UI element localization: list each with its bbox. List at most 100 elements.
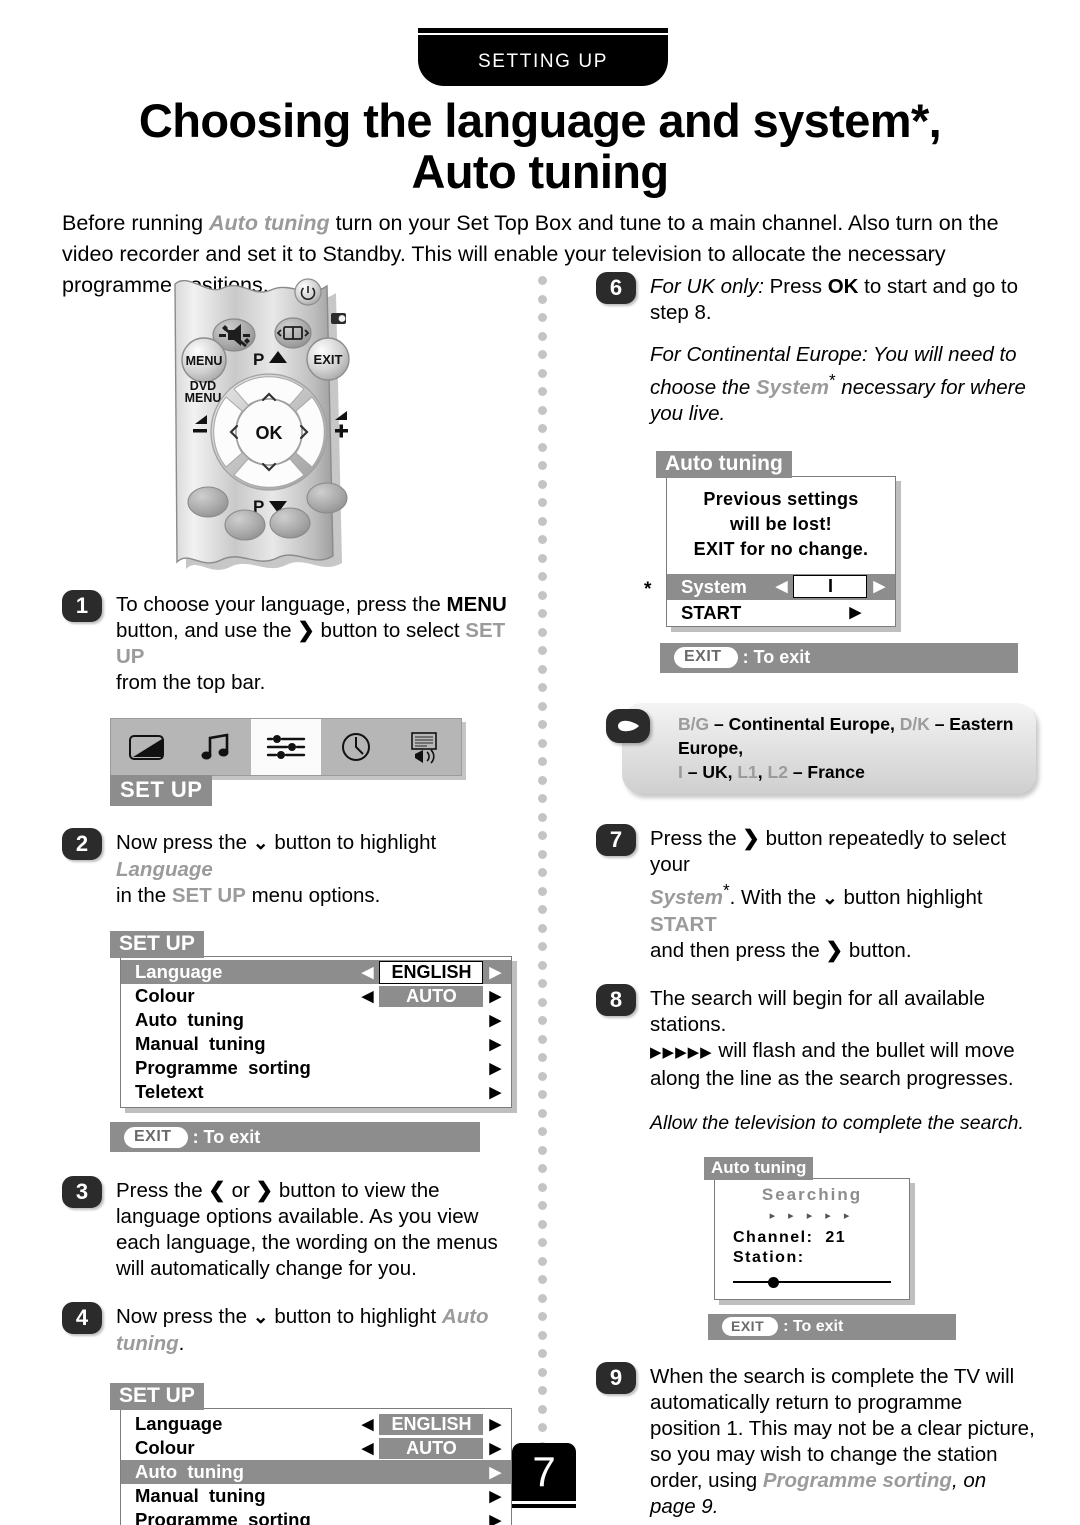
step-8-badge: 8 — [596, 983, 636, 1016]
step7-system-keyword: System — [650, 885, 723, 909]
step1-t4: from the top bar. — [116, 671, 266, 694]
menu-row-label: Programme sorting — [135, 1057, 311, 1078]
step-9-badge: 9 — [596, 1361, 636, 1394]
menu-row-manual-tuning[interactable]: Manual tuning ▶ — [121, 1032, 511, 1056]
left-column: 1 To choose your language, press the MEN… — [62, 272, 512, 1525]
menu-row-label: Manual tuning — [135, 1485, 266, 1506]
step-1-text: To choose your language, press the MENU … — [116, 590, 512, 696]
left-arrow-icon: ❮ — [208, 1179, 226, 1202]
osd-icon-bar — [110, 718, 462, 776]
teletext-icon[interactable] — [391, 719, 461, 775]
searching-channel-row: Channel: 21 — [733, 1229, 891, 1247]
step7-star: * — [722, 880, 730, 900]
menu-row-value: ENGLISH — [379, 960, 484, 984]
right-triangle-icon[interactable]: ▶ — [489, 1465, 501, 1480]
step7-t6: button. — [843, 938, 912, 962]
exit-pill[interactable]: EXIT — [124, 1126, 188, 1148]
step-3-text: Press the ❮ or ❯ button to view the lang… — [116, 1176, 512, 1282]
menu-row-value: AUTO — [379, 985, 484, 1007]
searching-arrows-icon: ▸ ▸ ▸ ▸ ▸ — [769, 1209, 855, 1222]
osd-icon-bar-group: SET UP — [110, 718, 512, 806]
left-triangle-icon[interactable]: ◀ — [362, 965, 374, 980]
system-codes-text: B/G – Continental Europe, D/K – Eastern … — [678, 712, 1018, 784]
step-9-text: When the search is complete the TV will … — [650, 1362, 1036, 1520]
right-triangle-icon[interactable]: ▶ — [489, 1441, 501, 1456]
step-2-text: Now press the ⌄ button to highlight Lang… — [116, 828, 512, 909]
exit-pill[interactable]: EXIT — [722, 1317, 779, 1337]
step4-t1: Now press the — [116, 1305, 253, 1328]
left-triangle-icon[interactable]: ◀ — [362, 989, 374, 1004]
code-l2: L2 — [767, 761, 788, 782]
right-triangle-icon[interactable]: ▶ — [489, 1513, 501, 1525]
left-triangle-icon[interactable]: ◀ — [362, 1417, 374, 1432]
clock-icon[interactable] — [321, 719, 391, 775]
menu-row-auto-tuning[interactable]: Auto tuning ▶ — [121, 1008, 511, 1032]
step2-language-keyword: Language — [116, 858, 213, 881]
menu-row-manual-tuning[interactable]: Manual tuning ▶ — [121, 1484, 511, 1508]
step2-t3: in the — [116, 884, 172, 907]
column-divider-dots — [538, 276, 550, 1451]
left-triangle-icon[interactable]: ◀ — [776, 579, 788, 594]
search-progress-bar — [733, 1276, 891, 1288]
menu-row-colour[interactable]: Colour ◀ AUTO ▶ — [121, 1436, 511, 1460]
step1-t2: button, and use the — [116, 619, 298, 642]
menu-row-label: Language — [135, 1413, 223, 1434]
right-triangle-icon[interactable]: ▶ — [489, 1085, 501, 1100]
menu-row-label: Programme sorting — [135, 1509, 311, 1525]
searching-channel-value: 21 — [825, 1228, 847, 1246]
down-arrow-icon: ⌄ — [252, 1307, 269, 1328]
step3-t2: or — [225, 1179, 256, 1202]
setup-menu-2-title: SET UP — [110, 1383, 204, 1410]
step8-t1: The search will begin for all available … — [650, 986, 986, 1036]
searching-station-label: Station: — [733, 1248, 805, 1266]
step-7-text: Press the ❯ button repeatedly to select … — [650, 824, 1036, 964]
setup-menu-2: SET UP Language ◀ ENGLISH ▶ Colour ◀ AUT… — [110, 1383, 512, 1525]
right-triangle-icon[interactable]: ▶ — [873, 579, 885, 594]
searching-status-text: Searching — [761, 1184, 863, 1204]
menu-row-language[interactable]: Language ◀ ENGLISH ▶ — [121, 1412, 511, 1436]
progress-track — [733, 1280, 891, 1284]
menu-row-programme-sorting[interactable]: Programme sorting ▶ — [121, 1056, 511, 1080]
menu-row-label: Language — [135, 961, 223, 982]
left-triangle-icon[interactable]: ◀ — [362, 1441, 374, 1456]
exit-bar-text: : To exit — [783, 1317, 844, 1335]
right-triangle-icon[interactable]: ▶ — [489, 1013, 501, 1028]
right-triangle-icon[interactable]: ▶ — [489, 989, 501, 1004]
auto-tuning-start-label: START — [681, 601, 742, 623]
right-triangle-icon[interactable]: ▶ — [489, 1037, 501, 1052]
menu-row-label: Colour — [135, 985, 195, 1006]
menu-row-colour[interactable]: Colour ◀ AUTO ▶ — [121, 984, 511, 1008]
exit-pill[interactable]: EXIT — [674, 647, 738, 669]
right-column: 6 For UK only: Press OK to start and go … — [596, 272, 1036, 1525]
step-3-badge: 3 — [62, 1176, 102, 1208]
menu-row-label: Auto tuning — [135, 1009, 244, 1030]
auto-tuning-system-label: System — [681, 575, 747, 597]
step-6-badge: 6 — [596, 272, 636, 304]
right-triangle-icon[interactable]: ▶ — [489, 1489, 501, 1504]
searching-menu-body: Searching ▸ ▸ ▸ ▸ ▸ Channel: 21 Station: — [714, 1177, 910, 1300]
step-8-text: The search will begin for all available … — [650, 984, 1036, 1092]
step4-tuning-keyword: tuning — [116, 1332, 179, 1355]
sound-icon[interactable] — [181, 719, 251, 775]
down-arrow-icon: ⌄ — [821, 887, 838, 909]
right-triangle-icon[interactable]: ▶ — [489, 1417, 501, 1432]
code-l1-desc: , — [757, 761, 768, 782]
auto-tuning-msg-line1: Previous settings — [703, 488, 859, 509]
menu-row-language[interactable]: Language ◀ ENGLISH ▶ — [121, 960, 511, 984]
right-arrow-icon: ❯ — [825, 938, 844, 962]
right-triangle-icon[interactable]: ▶ — [849, 605, 861, 620]
right-triangle-icon[interactable]: ▶ — [489, 1061, 501, 1076]
setup-menu-1: SET UP Language ◀ ENGLISH ▶ Colour ◀ AUT… — [110, 931, 512, 1108]
menu-row-teletext[interactable]: Teletext ▶ — [121, 1080, 511, 1104]
picture-icon[interactable] — [111, 719, 181, 775]
right-triangle-icon[interactable]: ▶ — [489, 965, 501, 980]
sliders-icon[interactable] — [251, 719, 321, 775]
auto-tuning-row-system[interactable]: System ◀ I ▶ — [667, 573, 895, 600]
setup-menu-1-exit-bar: EXIT : To exit — [110, 1122, 480, 1152]
auto-tuning-row-start[interactable]: START ▶ — [667, 600, 895, 626]
step1-menu-keyword: MENU — [446, 593, 507, 616]
step1-t1: To choose your language, press the — [116, 593, 447, 616]
searching-menu: Auto tuning Searching ▸ ▸ ▸ ▸ ▸ Channel:… — [704, 1156, 1036, 1300]
menu-row-programme-sorting[interactable]: Programme sorting ▶ — [121, 1508, 511, 1525]
menu-row-auto-tuning[interactable]: Auto tuning ▶ — [121, 1460, 511, 1484]
